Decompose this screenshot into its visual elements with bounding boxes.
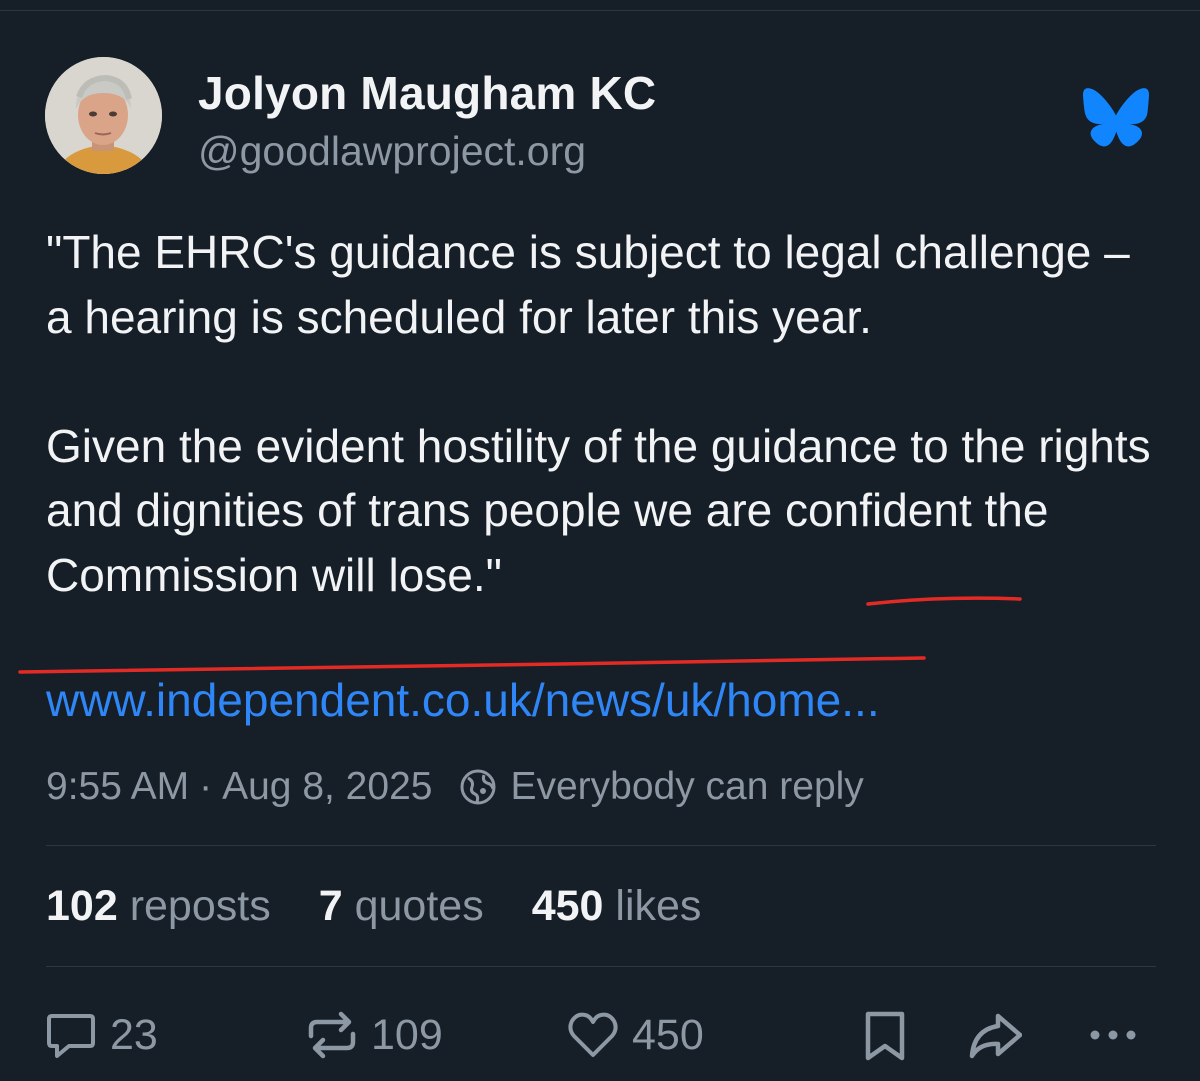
repost-arrows-icon bbox=[308, 1011, 356, 1059]
butterfly-icon bbox=[1083, 88, 1149, 147]
share-button[interactable] bbox=[968, 1008, 1034, 1062]
bookmark-icon bbox=[865, 1011, 905, 1061]
post-paragraph-2: Given the evident hostility of the guida… bbox=[46, 419, 1151, 601]
like-count: 450 bbox=[632, 1010, 704, 1059]
more-options-button[interactable] bbox=[1086, 1008, 1152, 1062]
reposts-count: 102 bbox=[46, 882, 118, 930]
meta-separator: · bbox=[199, 765, 213, 808]
top-divider bbox=[0, 10, 1200, 11]
reposts-label: reposts bbox=[129, 882, 271, 930]
reply-setting[interactable]: Everybody can reply bbox=[510, 765, 863, 809]
quotes-label: quotes bbox=[354, 882, 484, 930]
likes-stat[interactable]: 450 likes bbox=[532, 882, 702, 931]
speech-bubble-icon bbox=[47, 1014, 95, 1058]
post-body: "The EHRC's guidance is subject to legal… bbox=[46, 220, 1166, 607]
author-avatar[interactable] bbox=[45, 57, 162, 174]
external-link[interactable]: www.independent.co.uk/news/uk/home... bbox=[46, 673, 880, 727]
post-time: 9:55 AM bbox=[46, 765, 190, 808]
likes-label: likes bbox=[615, 882, 702, 930]
quotes-stat[interactable]: 7 quotes bbox=[319, 882, 484, 931]
share-arrow-icon bbox=[969, 1013, 1022, 1059]
repost-count: 109 bbox=[371, 1010, 443, 1059]
post-meta: 9:55 AM · Aug 8, 2025 Everybody can repl… bbox=[46, 765, 864, 809]
quotes-count: 7 bbox=[318, 882, 343, 930]
avatar-photo bbox=[45, 57, 162, 174]
reply-button[interactable]: 23 bbox=[44, 1008, 158, 1062]
globe-icon bbox=[460, 769, 496, 805]
more-dots-icon bbox=[1090, 1030, 1136, 1040]
divider-stats-top bbox=[46, 845, 1156, 846]
engagement-stats: 102 reposts 7 quotes 450 likes bbox=[46, 882, 749, 931]
repost-button[interactable]: 109 bbox=[305, 1008, 443, 1062]
reposts-stat[interactable]: 102 reposts bbox=[46, 882, 271, 931]
likes-count: 450 bbox=[531, 882, 604, 930]
heart-icon bbox=[568, 1012, 618, 1057]
post-paragraph-1: "The EHRC's guidance is subject to legal… bbox=[46, 226, 1130, 343]
author-handle[interactable]: @goodlawproject.org bbox=[198, 128, 586, 175]
author-display-name[interactable]: Jolyon Maugham KC bbox=[198, 66, 656, 120]
bookmark-button[interactable] bbox=[858, 1008, 924, 1062]
like-button[interactable]: 450 bbox=[566, 1008, 704, 1062]
divider-stats-bottom bbox=[46, 966, 1156, 967]
post-date: Aug 8, 2025 bbox=[222, 765, 433, 808]
reply-count: 23 bbox=[110, 1010, 158, 1059]
